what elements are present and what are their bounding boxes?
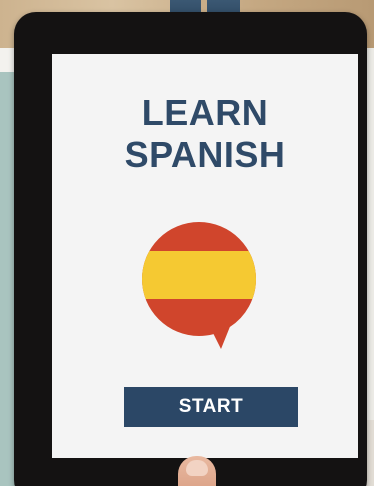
start-button[interactable]: START: [124, 387, 298, 427]
tablet-device: LEARN SPANISH START: [14, 12, 367, 486]
thumb: [178, 456, 216, 486]
thumbnail-nail: [186, 460, 208, 476]
spain-flag-speech-bubble-icon: [142, 222, 256, 349]
flag-yellow-stripe: [142, 251, 256, 299]
tablet-screen: LEARN SPANISH START: [52, 54, 358, 458]
app-title: LEARN SPANISH: [52, 92, 358, 176]
title-line-spanish: SPANISH: [124, 134, 286, 175]
title-line-learn: LEARN: [141, 92, 269, 133]
